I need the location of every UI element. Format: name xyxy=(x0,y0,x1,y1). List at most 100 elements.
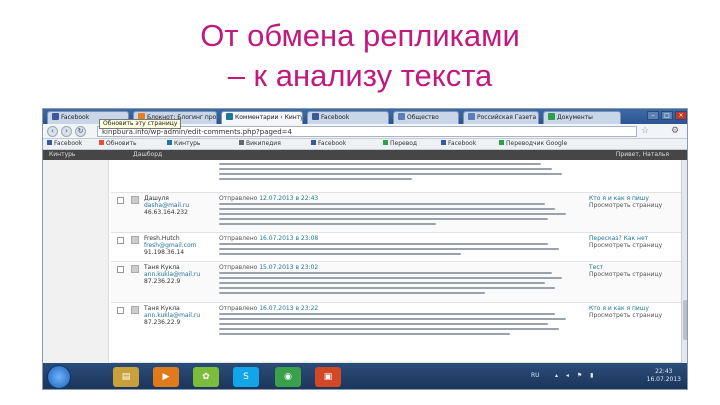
author-email[interactable]: dasha@mail.ru xyxy=(144,202,189,209)
tab-favicon-icon xyxy=(52,113,59,120)
bookmark-favicon-icon xyxy=(99,140,104,145)
bookmark-label: Обновить xyxy=(106,140,137,147)
bookmark-item[interactable]: Facebook xyxy=(311,139,346,149)
author-name: Таня Кукла xyxy=(144,264,180,271)
comment-text xyxy=(219,203,569,228)
wrench-icon[interactable]: ⚙ xyxy=(671,126,679,137)
start-button[interactable] xyxy=(47,365,71,389)
browser-tab[interactable]: Facebook xyxy=(307,111,389,124)
text-line xyxy=(219,223,436,225)
text-line xyxy=(219,243,548,245)
author-email[interactable]: ann.kukla@mail.ru xyxy=(144,312,200,319)
skype-taskbar-icon[interactable]: S xyxy=(233,367,259,387)
browser-tab[interactable]: Документы xyxy=(543,111,621,124)
comment-checkbox[interactable] xyxy=(117,307,124,314)
tray-icons[interactable]: ▴ ◂ ⚑ ▮ xyxy=(555,372,596,379)
response-post-link[interactable]: Пересказ? Как нет xyxy=(589,235,648,242)
bookmark-item[interactable]: Facebook xyxy=(441,139,476,149)
reload-icon[interactable]: ↻ xyxy=(75,126,86,137)
bookmark-favicon-icon xyxy=(383,140,388,145)
text-line xyxy=(219,208,555,210)
bookmark-favicon-icon xyxy=(167,140,172,145)
comment-submitted: Отправлено 12.07.2013 в 22:43 xyxy=(219,195,318,202)
comment-row[interactable]: Таня Кукла ann.kukla@mail.ru 87.236.22.9 От… xyxy=(111,262,681,303)
avatar xyxy=(131,265,139,273)
response-post-link[interactable]: Кто я и как я пишу xyxy=(589,195,649,202)
bookmark-favicon-icon xyxy=(239,140,244,145)
icq-taskbar-icon[interactable]: ✿ xyxy=(193,367,219,387)
tab-label: Facebook xyxy=(321,114,350,121)
response-post-link[interactable]: Тест xyxy=(589,264,603,271)
tab-label: Общество xyxy=(407,114,439,121)
comment-date-link[interactable]: 12.07.2013 в 22:43 xyxy=(259,195,318,202)
comment-checkbox[interactable] xyxy=(117,197,124,204)
in-response-to[interactable]: Кто я и как я пишу Просмотреть страницу xyxy=(589,195,662,209)
comment-checkbox[interactable] xyxy=(117,266,124,273)
browser-tab[interactable]: Российская Газета xyxy=(463,111,539,124)
tab-favicon-icon xyxy=(398,113,405,120)
wp-dashboard-menu[interactable]: Дашборд xyxy=(133,150,162,160)
comment-text xyxy=(219,272,569,297)
minimize-icon[interactable]: – xyxy=(647,111,659,120)
comment-row[interactable]: Таня Кукла ann.kukla@mail.ru 87.236.22.9 От… xyxy=(111,303,681,363)
office-taskbar-icon[interactable]: ▣ xyxy=(315,367,341,387)
submitted-label: Отправлено xyxy=(219,264,260,271)
tab-label: Российская Газета xyxy=(477,114,537,121)
bookmark-item[interactable]: Кинтурь xyxy=(167,139,200,149)
star-icon[interactable]: ☆ xyxy=(641,126,649,137)
comment-row[interactable]: Fresh.Hutch fresh@gmail.com 91.198.36.14 От… xyxy=(111,233,681,262)
comment-text xyxy=(219,163,569,183)
text-line xyxy=(219,272,552,274)
in-response-to[interactable]: Пересказ? Как нет Просмотреть страницу xyxy=(589,235,662,249)
view-page-link[interactable]: Просмотреть страницу xyxy=(589,271,662,278)
bookmark-item[interactable]: Обновить xyxy=(99,139,136,149)
browser-tab[interactable]: Комментарии ‹ Кинтурь xyxy=(221,111,303,124)
author-ip: 46.63.164.232 xyxy=(144,209,188,216)
view-page-link[interactable]: Просмотреть страницу xyxy=(589,242,662,249)
submitted-label: Отправлено xyxy=(219,195,260,202)
in-response-to[interactable]: Кто я и как я пишу Просмотреть страницу xyxy=(589,305,662,319)
bookmark-item[interactable]: Перевод xyxy=(383,139,417,149)
comment-author: Дашуля dasha@mail.ru 46.63.164.232 xyxy=(144,195,189,216)
comment-date-link[interactable]: 16.07.2013 в 23:22 xyxy=(259,305,318,312)
comment-text xyxy=(219,243,569,258)
bookmark-label: Перевод xyxy=(390,140,418,147)
comment-date-link[interactable]: 15.07.2013 в 23:02 xyxy=(259,264,318,271)
comment-row[interactable] xyxy=(111,160,681,193)
page-scrollbar[interactable] xyxy=(681,160,687,363)
maximize-icon[interactable]: □ xyxy=(661,111,673,120)
author-email[interactable]: fresh@gmail.com xyxy=(144,242,196,249)
view-page-link[interactable]: Просмотреть страницу xyxy=(589,202,662,209)
text-line xyxy=(219,318,566,320)
language-indicator[interactable]: RU xyxy=(531,372,540,379)
submitted-label: Отправлено xyxy=(219,235,260,242)
close-icon[interactable]: × xyxy=(675,111,687,120)
view-page-link[interactable]: Просмотреть страницу xyxy=(589,312,662,319)
media-taskbar-icon[interactable]: ▶ xyxy=(153,367,179,387)
comment-checkbox[interactable] xyxy=(117,237,124,244)
in-response-to[interactable]: Тест Просмотреть страницу xyxy=(589,264,662,278)
chrome-taskbar-icon[interactable]: ◉ xyxy=(275,367,301,387)
bookmark-item[interactable]: Переводчик Google xyxy=(499,139,567,149)
browser-tab[interactable]: Общество xyxy=(393,111,459,124)
author-email[interactable]: ann.kukla@mail.ru xyxy=(144,271,200,278)
wp-howdy[interactable]: Привет, Наталья xyxy=(616,150,669,160)
forward-icon[interactable]: › xyxy=(61,126,72,137)
reload-tooltip: Обновить эту страницу xyxy=(99,119,182,129)
avatar xyxy=(131,196,139,204)
bookmark-label: Переводчик Google xyxy=(506,140,568,147)
comment-date-link[interactable]: 16.07.2013 в 23:08 xyxy=(259,235,318,242)
response-post-link[interactable]: Кто я и как я пишу xyxy=(589,305,649,312)
tab-label: Документы xyxy=(557,114,593,121)
explorer-taskbar-icon[interactable]: ▤ xyxy=(113,367,139,387)
browser-screenshot: – □ × FacebookБлокнот: Блогинг проектКом… xyxy=(42,108,688,390)
clock[interactable]: 22:43 16.07.2013 xyxy=(647,368,681,384)
comment-row[interactable]: Дашуля dasha@mail.ru 46.63.164.232 Отправле… xyxy=(111,193,681,233)
tab-favicon-icon xyxy=(312,113,319,120)
bookmark-item[interactable]: Facebook xyxy=(47,139,82,149)
bookmark-item[interactable]: Википедия xyxy=(239,139,281,149)
scrollbar-thumb[interactable] xyxy=(683,300,687,340)
back-icon[interactable]: ‹ xyxy=(47,126,58,137)
text-line xyxy=(219,218,548,220)
wp-site-name[interactable]: Кинтурь xyxy=(49,150,75,160)
